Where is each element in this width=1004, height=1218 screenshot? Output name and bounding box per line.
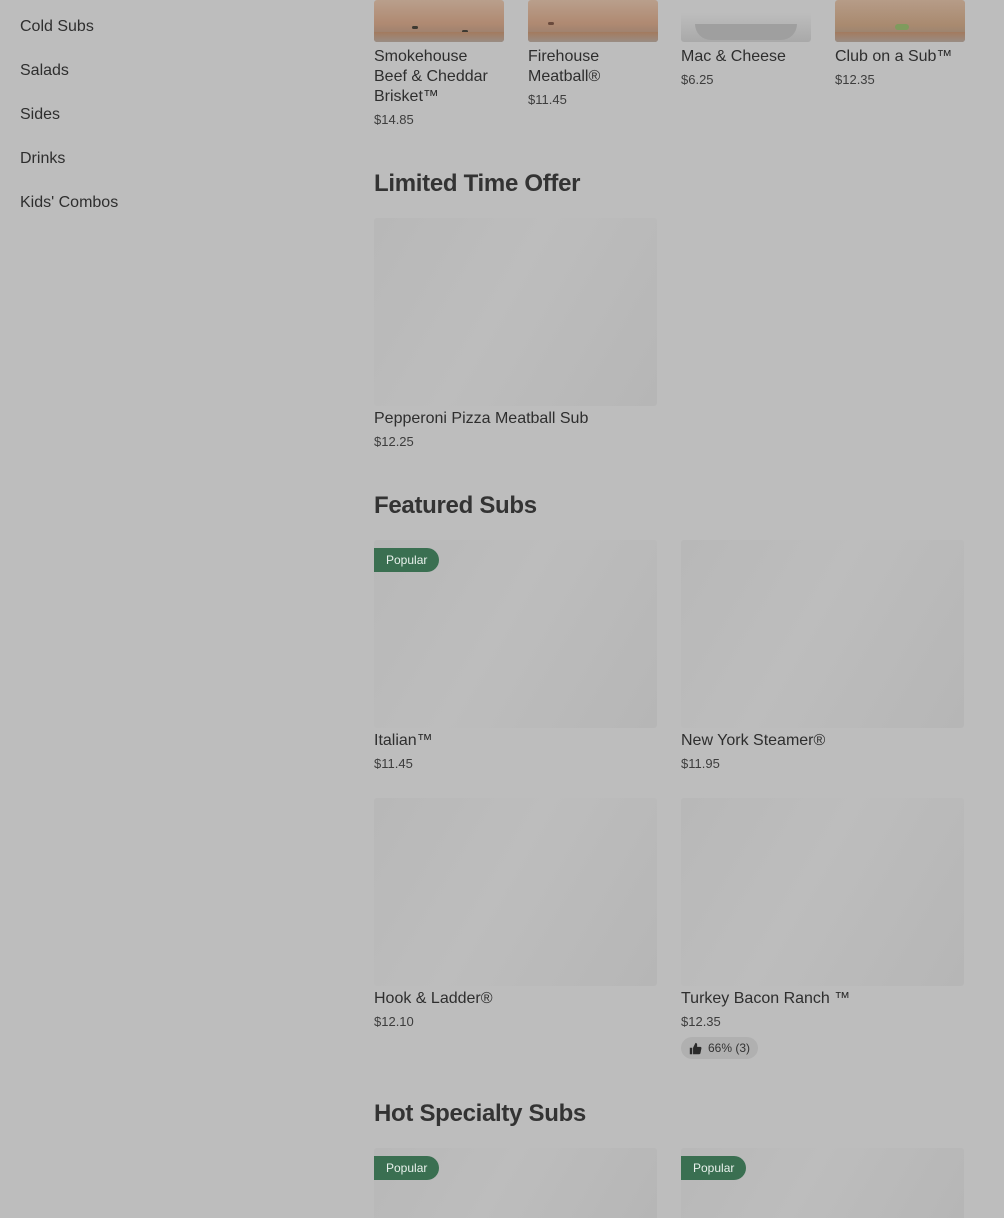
item-price: $11.95 (681, 756, 720, 771)
section-title-hot-specialty: Hot Specialty Subs (374, 1100, 586, 1127)
section-title-featured: Featured Subs (374, 492, 537, 519)
item-name: Mac & Cheese (681, 48, 786, 65)
item-price: $12.25 (374, 434, 414, 449)
item-image: Popular (374, 1148, 657, 1218)
sidebar-item-drinks[interactable]: Drinks (20, 149, 65, 169)
item-image: Popular (681, 1148, 964, 1218)
item-price: $14.85 (374, 112, 414, 127)
item-name: Turkey Bacon Ranch ™ (681, 990, 851, 1007)
item-name: Smokehouse Beef & Cheddar Brisket™ (374, 48, 488, 105)
item-price: $12.10 (374, 1014, 414, 1029)
section-title-limited-time: Limited Time Offer (374, 170, 581, 197)
item-image (681, 0, 811, 42)
sidebar-item-sides[interactable]: Sides (20, 105, 60, 125)
item-image (835, 0, 965, 42)
sidebar-item-kids-combos[interactable]: Kids' Combos (20, 193, 118, 213)
item-image (528, 0, 658, 42)
item-name: Pepperoni Pizza Meatball Sub (374, 410, 589, 427)
item-image (681, 540, 964, 728)
sidebar-item-cold-subs[interactable]: Cold Subs (20, 17, 94, 37)
item-price: $12.35 (835, 72, 875, 87)
thumbs-up-icon (689, 1042, 702, 1054)
item-image (374, 218, 657, 406)
item-price: $11.45 (374, 756, 413, 771)
sidebar-item-salads[interactable]: Salads (20, 61, 69, 81)
item-image (374, 0, 504, 42)
item-price: $12.35 (681, 1014, 721, 1029)
popular-badge: Popular (374, 548, 440, 572)
popular-badge: Popular (374, 1156, 440, 1180)
rating-text: 66% (3) (708, 1041, 751, 1055)
menu-page: Cold Subs Salads Sides Drinks Kids' Comb… (0, 0, 1004, 1218)
item-name: Club on a Sub™ (835, 48, 953, 65)
item-price: $11.45 (528, 92, 567, 107)
item-name: Firehouse Meatball® (528, 48, 601, 85)
item-name: Italian™ (374, 732, 433, 749)
item-image (681, 798, 964, 986)
popular-badge: Popular (681, 1156, 747, 1180)
rating-badge: 66% (3) (681, 1037, 759, 1059)
item-image: Popular (374, 540, 657, 728)
item-name: Hook & Ladder® (374, 990, 493, 1007)
item-price: $6.25 (681, 72, 714, 87)
item-image (374, 798, 657, 986)
item-name: New York Steamer® (681, 732, 826, 749)
